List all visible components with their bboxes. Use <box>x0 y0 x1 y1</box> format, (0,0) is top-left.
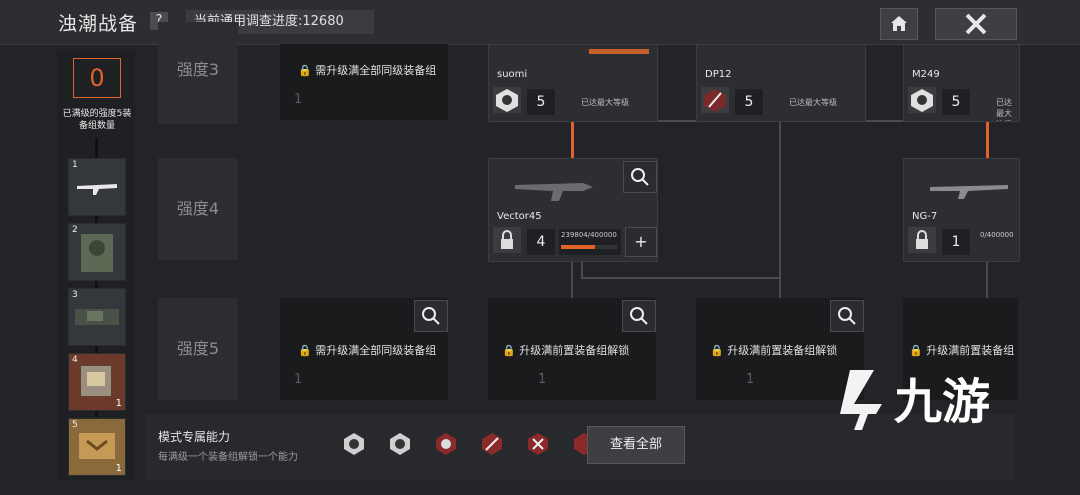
close-icon <box>965 13 987 35</box>
weapon-card-vector45[interactable]: Vector45 4 239804/400000 + <box>488 158 658 262</box>
max-level-text: 已达最大等级 <box>581 98 629 107</box>
gun-icon <box>589 49 649 54</box>
maxed-counter-label: 已满级的强度5装备组数量 <box>62 109 132 131</box>
exp-text: 0/400000 <box>980 231 1014 239</box>
connector-line <box>581 260 583 278</box>
locked-text: 🔒 升级满前置装备组解锁 <box>502 344 630 357</box>
inspect-button[interactable] <box>830 300 864 332</box>
view-all-button[interactable]: 查看全部 <box>587 426 685 464</box>
lock-icon <box>908 227 936 253</box>
level-number: 1 <box>294 92 303 107</box>
inspect-button[interactable] <box>414 300 448 332</box>
locked-card-row5-2[interactable]: 🔒 升级满前置装备组解锁 1 <box>488 298 656 400</box>
ability-subtitle: 每满级一个装备组解锁一个能力 <box>158 452 298 463</box>
exp-bar <box>561 245 617 249</box>
search-icon <box>631 168 649 186</box>
weapon-card-m249[interactable]: M249 5 已达最大等级 <box>903 44 1020 122</box>
connector-line <box>986 260 988 298</box>
weapon-card-suomi[interactable]: suomi 5 已达最大等级 <box>488 44 658 122</box>
smg-icon <box>515 183 593 201</box>
row-label-3: 强度3 <box>158 22 238 124</box>
exp-text: 239804/400000 <box>561 231 617 239</box>
ability-icon-red[interactable] <box>434 432 458 456</box>
sidebar-slot-1[interactable]: 1 <box>68 158 126 216</box>
level-number: 4 <box>527 229 555 255</box>
watermark-logo: 九游 <box>838 360 1038 444</box>
row-label-4: 强度4 <box>158 158 238 260</box>
exp-box: 239804/400000 <box>559 229 621 255</box>
exp-bar-fill <box>561 245 595 249</box>
weapon-name: NG-7 <box>912 211 938 222</box>
maxed-counter: 0 <box>73 58 121 98</box>
weapon-name: suomi <box>497 69 528 80</box>
connector-line-active <box>571 120 574 158</box>
weapon-name: DP12 <box>705 69 732 80</box>
ability-title: 模式专属能力 <box>158 430 231 444</box>
locked-card-row3[interactable]: 🔒 需升级满全部同级装备组 1 <box>280 44 448 120</box>
connector-line <box>581 277 781 279</box>
level-number: 5 <box>942 89 970 115</box>
rifle-icon <box>930 185 1008 199</box>
skull-hex-icon <box>493 87 521 113</box>
slot-number: 2 <box>72 225 78 235</box>
add-exp-button[interactable]: + <box>625 227 657 257</box>
ability-icon-skull[interactable] <box>388 432 412 456</box>
max-level-text: 已达最大等级 <box>789 98 837 107</box>
ability-icon-cross[interactable] <box>526 432 550 456</box>
ability-icon-slash[interactable] <box>480 432 504 456</box>
slash-hex-icon <box>701 87 729 113</box>
search-icon <box>422 307 440 325</box>
connector-line-active <box>986 120 989 158</box>
level-number: 5 <box>527 89 555 115</box>
level-number: 1 <box>746 372 755 387</box>
max-level-text: 已达最大等级 <box>996 98 1012 121</box>
slot-count: 1 <box>115 398 122 409</box>
weapon-name: Vector45 <box>497 211 542 222</box>
locked-text: 🔒 需升级满全部同级装备组 <box>298 64 437 77</box>
ability-icon-skull[interactable] <box>342 432 366 456</box>
watermark-text: 九游 <box>894 374 990 430</box>
connector-line <box>779 120 781 278</box>
skull-hex-icon <box>908 87 936 113</box>
search-icon <box>630 307 648 325</box>
slot-number: 5 <box>72 420 78 430</box>
locked-text: 🔒 需升级满全部同级装备组 <box>298 344 437 357</box>
weapon-card-dp12[interactable]: DP12 5 已达最大等级 <box>696 44 866 122</box>
home-icon <box>891 16 907 31</box>
slot-number: 1 <box>72 160 78 170</box>
inspect-button[interactable] <box>622 300 656 332</box>
slot-count: 1 <box>115 463 122 474</box>
slot-number: 4 <box>72 355 78 365</box>
lock-icon <box>493 227 521 253</box>
sidebar-connector <box>95 138 98 158</box>
level-number: 5 <box>735 89 763 115</box>
row-label-5: 强度5 <box>158 298 238 400</box>
weapon-card-ng7[interactable]: NG-7 1 0/400000 <box>903 158 1020 262</box>
close-button[interactable] <box>935 8 1017 40</box>
locked-card-row5-1[interactable]: 🔒 需升级满全部同级装备组 1 <box>280 298 448 400</box>
level-number: 1 <box>538 372 547 387</box>
page-title: 浊潮战备 <box>58 13 139 35</box>
sidebar-slot-2[interactable]: 2 <box>68 223 126 281</box>
home-button[interactable] <box>880 8 918 40</box>
inspect-button[interactable] <box>623 161 657 193</box>
slot-number: 3 <box>72 290 78 300</box>
connector-line <box>571 260 573 298</box>
level-number: 1 <box>294 372 303 387</box>
connector-line <box>779 278 781 298</box>
weapon-name: M249 <box>912 69 940 80</box>
sidebar-slot-5[interactable]: 5 1 <box>68 418 126 476</box>
sidebar-slot-4[interactable]: 4 1 <box>68 353 126 411</box>
locked-text: 🔒 升级满前置装备组解锁 <box>710 344 838 357</box>
sidebar-slot-3[interactable]: 3 <box>68 288 126 346</box>
search-icon <box>838 307 856 325</box>
level-number: 1 <box>942 229 970 255</box>
locked-text: 🔒 升级满前置装备组 <box>909 344 1015 357</box>
